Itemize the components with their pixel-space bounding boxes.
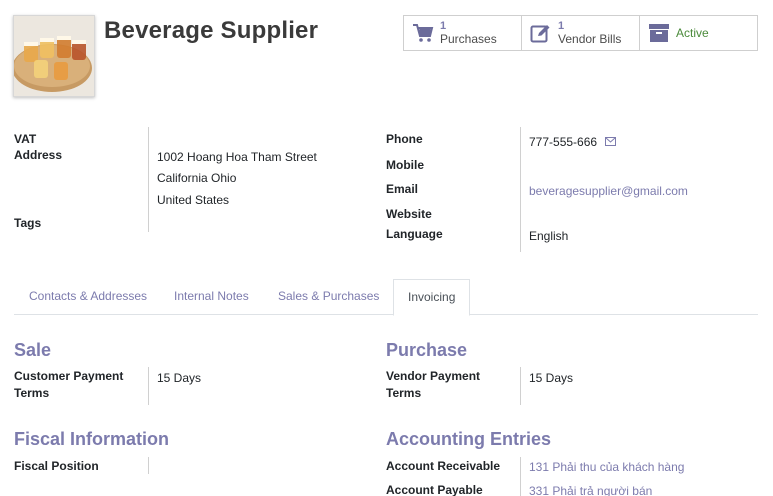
purchase-section-title: Purchase [386,340,468,360]
archive-icon [649,24,669,42]
partner-name[interactable]: Beverage Supplier [104,17,318,45]
field-divider [520,367,521,405]
accounting-section-title: Accounting Entries [386,429,552,449]
purchases-button[interactable]: 1 Purchases [404,16,522,50]
active-toggle-button[interactable]: Active [640,16,757,50]
field-divider [148,367,149,405]
language-value[interactable]: English [529,229,568,243]
phone-value[interactable]: 777-555-666 [529,135,597,149]
sale-section-title: Sale [14,340,52,360]
edit-icon [530,25,550,43]
field-divider [148,457,149,474]
customer-payment-terms-label: Customer Payment [14,369,124,383]
partner-avatar[interactable] [13,15,95,97]
account-receivable-label: Account Receivable [386,459,501,473]
website-label: Website [386,207,432,221]
envelope-icon[interactable] [605,137,616,146]
language-label: Language [386,227,443,241]
phone-label: Phone [386,132,423,146]
tab-invoicing[interactable]: Invoicing [393,279,471,316]
notebook-tabs: Contacts & Addresses Internal Notes Sale… [14,279,758,316]
field-divider [520,457,521,496]
vendor-payment-terms-label-cont: Terms [386,386,422,400]
purchases-label: Purchases [440,32,497,46]
customer-payment-terms-label-cont: Terms [14,386,50,400]
tab-contacts-addresses[interactable]: Contacts & Addresses [15,279,161,315]
vendor-payment-terms-label: Vendor Payment [386,369,481,383]
tab-sales-purchases[interactable]: Sales & Purchases [264,279,393,315]
address-label: Address [14,148,63,162]
vendor-bills-label: Vendor Bills [558,32,622,46]
mobile-label: Mobile [386,158,424,172]
field-divider [520,127,521,252]
address-line2[interactable]: California Ohio [157,171,236,185]
address-line1[interactable]: 1002 Hoang Hoa Tham Street [157,150,317,164]
beverage-flight-image [14,16,94,96]
vendor-bills-button[interactable]: 1 Vendor Bills [522,16,640,50]
cart-icon [413,24,434,42]
account-payable-value[interactable]: 331 Phải trả người bán [529,484,652,496]
tags-label: Tags [14,216,42,230]
fiscal-position-label: Fiscal Position [14,459,99,473]
vat-label: VAT [14,132,37,146]
email-label: Email [386,182,419,196]
fiscal-section-title: Fiscal Information [14,429,170,449]
address-line3[interactable]: United States [157,193,229,207]
vendor-payment-terms-value[interactable]: 15 Days [529,371,573,385]
account-payable-label: Account Payable [386,483,483,496]
smart-button-box: 1 Purchases 1 Vendor Bills Active [403,15,758,51]
customer-payment-terms-value[interactable]: 15 Days [157,371,201,385]
tab-internal-notes[interactable]: Internal Notes [160,279,263,315]
email-value[interactable]: beveragesupplier@gmail.com [529,184,688,198]
active-label: Active [676,25,709,40]
field-divider [148,127,149,232]
account-receivable-value[interactable]: 131 Phải thu của khách hàng [529,460,684,474]
